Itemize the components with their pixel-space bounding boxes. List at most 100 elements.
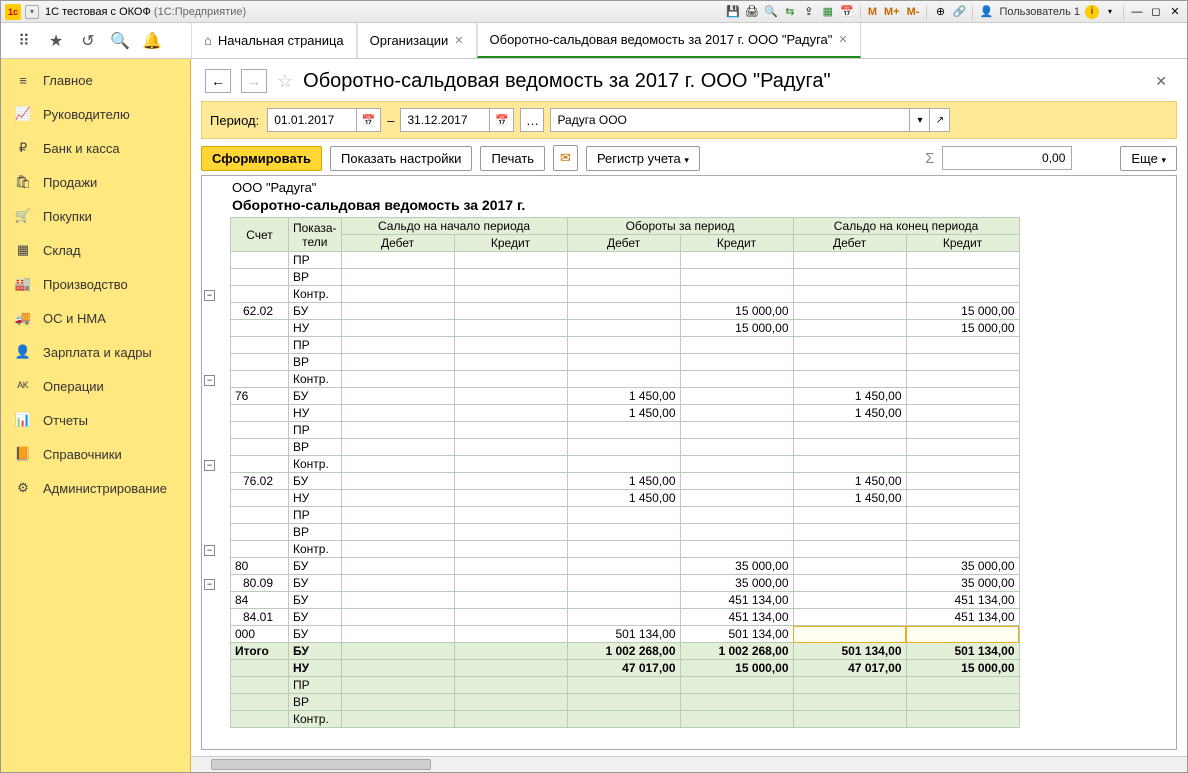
- cell[interactable]: [341, 456, 454, 473]
- maximize-icon[interactable]: ◻: [1148, 4, 1164, 20]
- cell[interactable]: 35 000,00: [680, 575, 793, 592]
- cell[interactable]: [341, 388, 454, 405]
- cell[interactable]: [454, 354, 567, 371]
- sidebar-item[interactable]: 🛍Продажи: [1, 165, 190, 199]
- table-row[interactable]: НУ1 450,001 450,00: [231, 405, 1020, 422]
- sidebar-item[interactable]: 🛒Покупки: [1, 199, 190, 233]
- cell[interactable]: [567, 354, 680, 371]
- cell[interactable]: [341, 354, 454, 371]
- cell[interactable]: 1 450,00: [793, 490, 906, 507]
- cell[interactable]: [906, 337, 1019, 354]
- tab-home[interactable]: ⌂ Начальная страница: [191, 23, 357, 58]
- cell[interactable]: 1 450,00: [567, 490, 680, 507]
- cell[interactable]: [341, 643, 454, 660]
- zoom-icon[interactable]: ⊕: [932, 4, 948, 20]
- cell[interactable]: [906, 541, 1019, 558]
- cell[interactable]: [454, 524, 567, 541]
- cell-indicator[interactable]: БУ: [289, 558, 342, 575]
- cell[interactable]: [680, 388, 793, 405]
- cell[interactable]: [793, 320, 906, 337]
- cell[interactable]: [341, 320, 454, 337]
- table-row[interactable]: ПР: [231, 252, 1020, 269]
- org-open-icon[interactable]: ↗: [930, 108, 950, 132]
- cell[interactable]: [454, 677, 567, 694]
- horizontal-scrollbar[interactable]: [191, 756, 1187, 772]
- cell[interactable]: [454, 286, 567, 303]
- cell-indicator[interactable]: Контр.: [289, 371, 342, 388]
- sidebar-item[interactable]: 🚚ОС и НМА: [1, 301, 190, 335]
- table-row[interactable]: ВР: [231, 354, 1020, 371]
- table-row[interactable]: 62.02БУ15 000,0015 000,00: [231, 303, 1020, 320]
- cell[interactable]: [567, 575, 680, 592]
- cell[interactable]: [793, 524, 906, 541]
- cell-indicator[interactable]: БУ: [289, 609, 342, 626]
- cell[interactable]: [454, 490, 567, 507]
- cell[interactable]: [680, 405, 793, 422]
- search-icon[interactable]: 🔍: [111, 32, 129, 50]
- cell[interactable]: 1 450,00: [567, 405, 680, 422]
- cell[interactable]: [341, 473, 454, 490]
- cell[interactable]: [793, 609, 906, 626]
- cell[interactable]: [567, 507, 680, 524]
- sidebar-item[interactable]: 📊Отчеты: [1, 403, 190, 437]
- cell[interactable]: [793, 575, 906, 592]
- table-row[interactable]: 80БУ35 000,0035 000,00: [231, 558, 1020, 575]
- cell-indicator[interactable]: НУ: [289, 490, 342, 507]
- cell-indicator[interactable]: БУ: [289, 303, 342, 320]
- cell-indicator[interactable]: БУ: [289, 473, 342, 490]
- cell[interactable]: [454, 303, 567, 320]
- cell[interactable]: 35 000,00: [906, 575, 1019, 592]
- cell[interactable]: [680, 286, 793, 303]
- sidebar-item[interactable]: ▦Склад: [1, 233, 190, 267]
- cell[interactable]: 35 000,00: [906, 558, 1019, 575]
- cell[interactable]: [454, 388, 567, 405]
- sidebar-item[interactable]: 👤Зарплата и кадры: [1, 335, 190, 369]
- cell[interactable]: [567, 320, 680, 337]
- cell[interactable]: [906, 490, 1019, 507]
- cell-indicator[interactable]: ВР: [289, 524, 342, 541]
- favorite-icon[interactable]: ★: [47, 32, 65, 50]
- cell-indicator[interactable]: ВР: [289, 269, 342, 286]
- total-row[interactable]: НУ47 017,0015 000,0047 017,0015 000,00: [231, 660, 1020, 677]
- cell[interactable]: [567, 456, 680, 473]
- cell[interactable]: [454, 439, 567, 456]
- cell[interactable]: [906, 371, 1019, 388]
- cell[interactable]: [567, 541, 680, 558]
- cell[interactable]: [793, 677, 906, 694]
- cell[interactable]: [793, 337, 906, 354]
- cell[interactable]: [454, 507, 567, 524]
- table-row[interactable]: ПР: [231, 337, 1020, 354]
- cell[interactable]: [454, 422, 567, 439]
- cell[interactable]: [793, 354, 906, 371]
- cell[interactable]: 1 002 268,00: [680, 643, 793, 660]
- cell[interactable]: 15 000,00: [906, 660, 1019, 677]
- cell[interactable]: [906, 286, 1019, 303]
- table-row[interactable]: Контр.: [231, 286, 1020, 303]
- cell[interactable]: [680, 507, 793, 524]
- cell[interactable]: [454, 694, 567, 711]
- cell[interactable]: [793, 439, 906, 456]
- date-from-input[interactable]: [267, 108, 357, 132]
- cell[interactable]: [680, 524, 793, 541]
- history-icon[interactable]: ↺: [79, 32, 97, 50]
- sidebar-item[interactable]: 🏭Производство: [1, 267, 190, 301]
- organization-input[interactable]: [550, 108, 910, 132]
- save-icon[interactable]: 💾: [725, 4, 741, 20]
- cell[interactable]: [906, 694, 1019, 711]
- cell[interactable]: 15 000,00: [680, 303, 793, 320]
- cell[interactable]: 1 450,00: [793, 473, 906, 490]
- table-row[interactable]: Контр.: [231, 371, 1020, 388]
- cell[interactable]: [341, 337, 454, 354]
- cell[interactable]: [454, 711, 567, 728]
- cell[interactable]: [680, 677, 793, 694]
- dropdown-icon[interactable]: ▾: [1102, 4, 1118, 20]
- cell[interactable]: 501 134,00: [680, 626, 793, 643]
- cell[interactable]: 15 000,00: [680, 320, 793, 337]
- table-row[interactable]: ВР: [231, 269, 1020, 286]
- cell[interactable]: [680, 694, 793, 711]
- calc-icon[interactable]: ▦: [820, 4, 836, 20]
- cell-indicator[interactable]: БУ: [289, 388, 342, 405]
- cell[interactable]: 47 017,00: [567, 660, 680, 677]
- page-close-icon[interactable]: ✕: [1155, 73, 1173, 90]
- cell[interactable]: [341, 405, 454, 422]
